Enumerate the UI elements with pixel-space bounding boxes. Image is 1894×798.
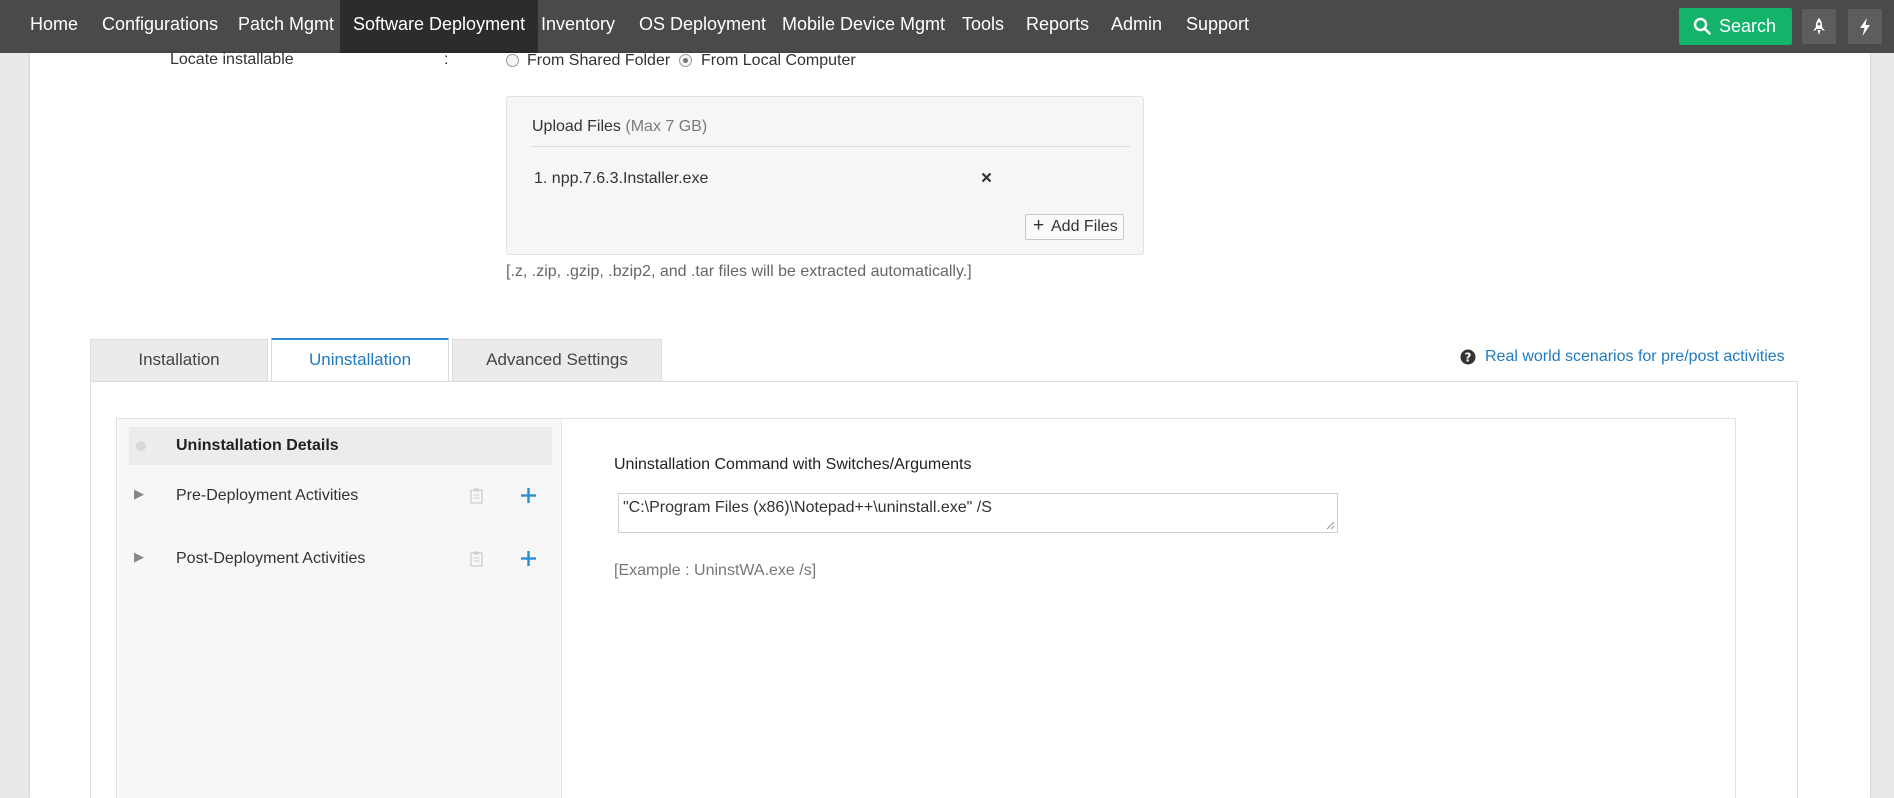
nav-mobile-device-mgmt[interactable]: Mobile Device Mgmt	[782, 0, 945, 53]
nav-patch-mgmt[interactable]: Patch Mgmt	[238, 0, 334, 53]
uninstall-command-example: [Example : UninstWA.exe /s]	[614, 562, 817, 579]
add-files-label: Add Files	[1051, 218, 1118, 235]
remove-file-close-icon[interactable]	[981, 172, 992, 183]
tab-uninstallation[interactable]: Uninstallation	[271, 338, 449, 382]
quick-actions-button[interactable]	[1848, 9, 1882, 44]
lightning-icon	[1860, 18, 1870, 36]
section-post-deployment-activities[interactable]: Post-Deployment Activities	[176, 550, 365, 568]
expand-triangle-icon[interactable]: ▶	[134, 549, 144, 565]
help-link-pre-post-activities[interactable]: Real world scenarios for pre/post activi…	[1485, 348, 1785, 366]
upload-size-limit: (Max 7 GB)	[625, 118, 708, 135]
bullet-icon	[136, 441, 146, 451]
nav-inventory[interactable]: Inventory	[541, 0, 615, 53]
clipboard-icon[interactable]	[470, 488, 483, 504]
radio-local-computer[interactable]	[679, 54, 692, 67]
radio-shared-folder[interactable]	[506, 54, 519, 67]
top-navigation-bar: Home Configurations Patch Mgmt Software …	[0, 0, 1894, 53]
nav-configurations[interactable]: Configurations	[102, 0, 218, 53]
svg-text:?: ?	[1465, 351, 1472, 365]
rocket-icon	[1813, 18, 1825, 35]
expand-triangle-icon[interactable]: ▶	[134, 486, 144, 502]
section-uninstallation-details[interactable]: Uninstallation Details	[176, 437, 339, 455]
clipboard-icon[interactable]	[470, 551, 483, 567]
uninstall-sections-sidebar	[118, 419, 562, 798]
nav-os-deployment[interactable]: OS Deployment	[639, 0, 766, 53]
option-local-computer-label[interactable]: From Local Computer	[701, 52, 856, 70]
locate-colon: :	[444, 51, 449, 68]
upload-files-title: Upload Files (Max 7 GB)	[532, 118, 708, 135]
option-shared-folder-label[interactable]: From Shared Folder	[527, 52, 670, 70]
uploaded-file-item: 1. npp.7.6.3.Installer.exe	[534, 170, 709, 187]
nav-reports[interactable]: Reports	[1026, 0, 1089, 53]
nav-home[interactable]: Home	[30, 0, 78, 53]
section-pre-deployment-activities[interactable]: Pre-Deployment Activities	[176, 487, 358, 505]
quick-launch-button[interactable]	[1802, 9, 1836, 44]
plus-icon: +	[1033, 215, 1045, 236]
locate-installable-label: Locate installable	[170, 51, 294, 68]
search-icon	[1693, 17, 1711, 35]
help-icon: ?	[1460, 349, 1476, 365]
add-pre-deployment-plus-icon[interactable]	[520, 487, 537, 504]
search-label: Search	[1719, 16, 1777, 36]
nav-tools[interactable]: Tools	[962, 0, 1004, 53]
divider	[531, 146, 1130, 147]
nav-support[interactable]: Support	[1186, 0, 1249, 53]
tab-advanced-settings[interactable]: Advanced Settings	[452, 339, 662, 381]
resize-handle-icon[interactable]	[1326, 521, 1335, 530]
uninstall-command-value: "C:\Program Files (x86)\Notepad++\uninst…	[623, 499, 992, 516]
upload-files-box: Upload Files (Max 7 GB) 1. npp.7.6.3.Ins…	[506, 96, 1144, 255]
add-files-button[interactable]: + Add Files	[1025, 214, 1124, 240]
nav-admin[interactable]: Admin	[1111, 0, 1162, 53]
uninstall-command-textarea[interactable]: "C:\Program Files (x86)\Notepad++\uninst…	[618, 493, 1338, 533]
tab-installation[interactable]: Installation	[90, 339, 268, 381]
extraction-note: [.z, .zip, .gzip, .bzip2, and .tar files…	[506, 263, 972, 280]
uninstall-command-label: Uninstallation Command with Switches/Arg…	[614, 456, 972, 473]
search-button[interactable]: Search	[1679, 8, 1792, 45]
add-post-deployment-plus-icon[interactable]	[520, 550, 537, 567]
nav-software-deployment[interactable]: Software Deployment	[340, 0, 539, 53]
